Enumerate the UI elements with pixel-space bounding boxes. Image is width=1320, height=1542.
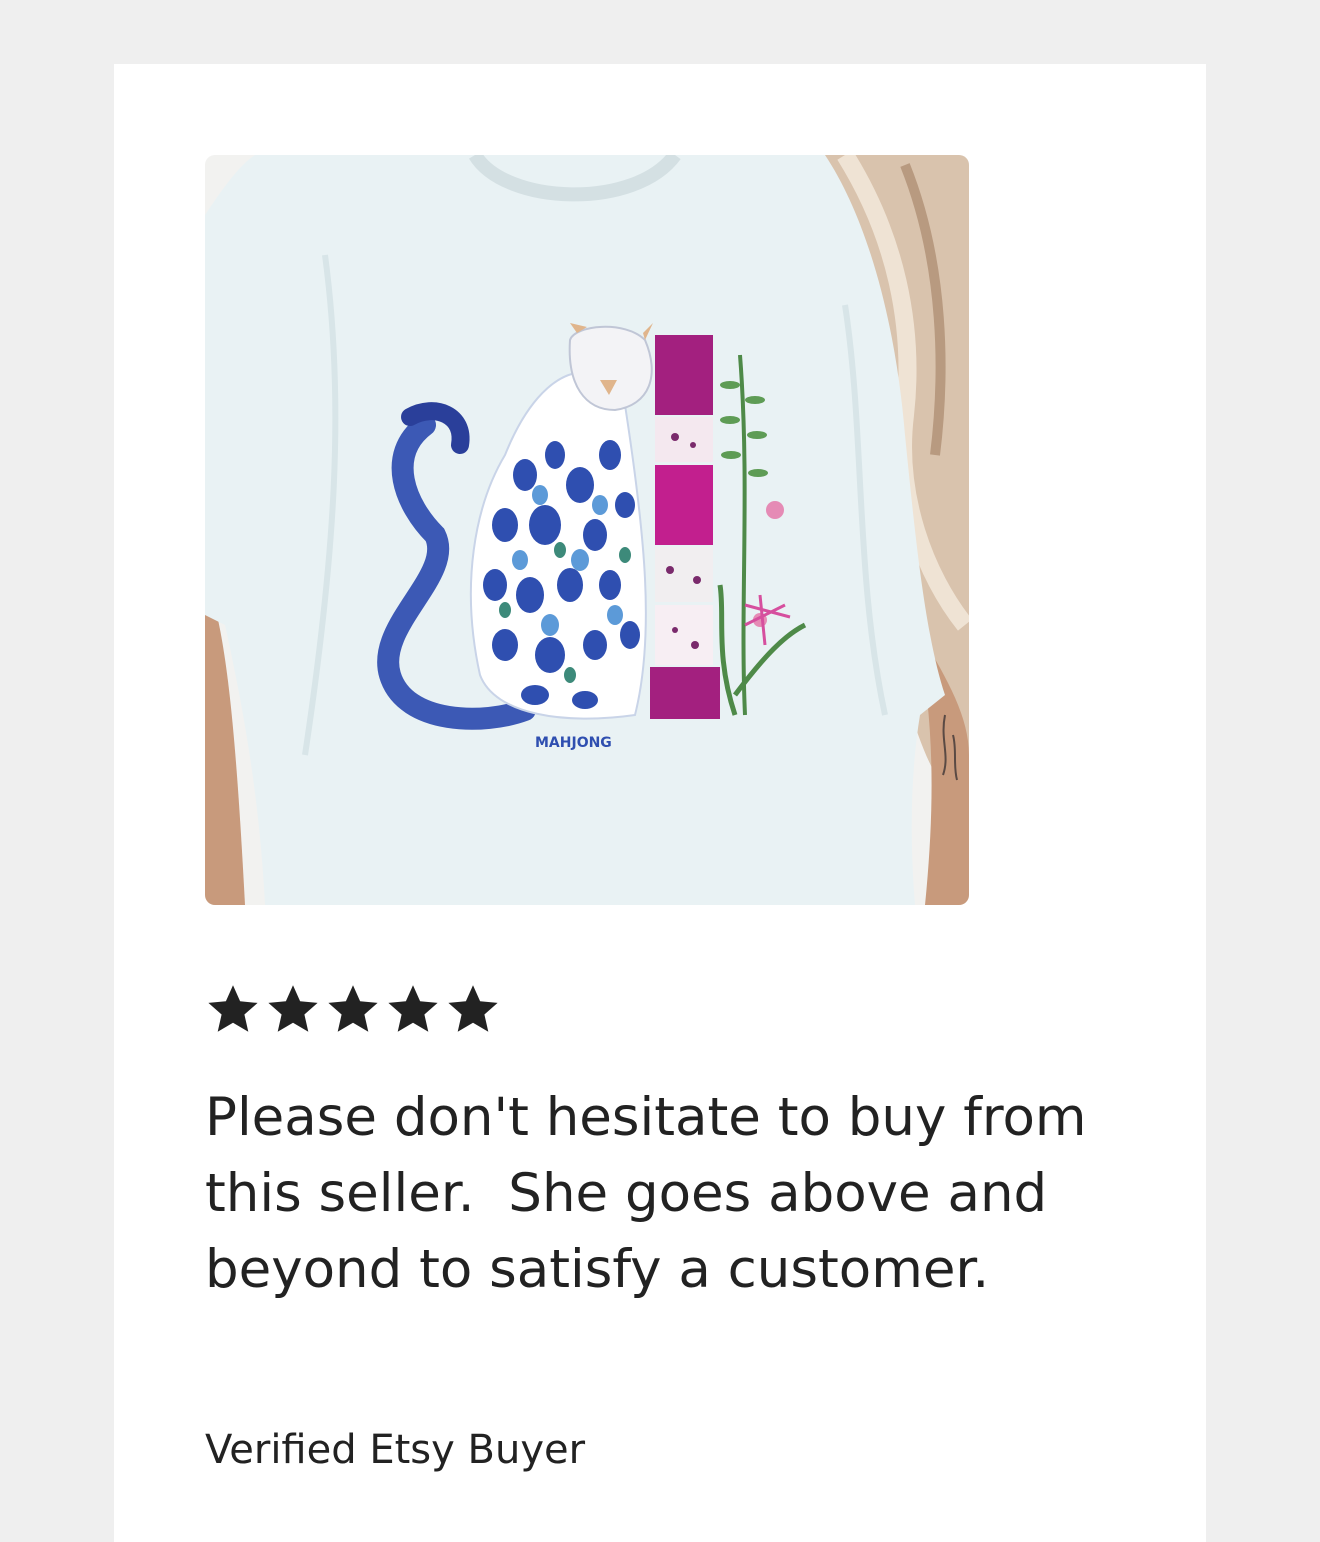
star-icon [448, 985, 498, 1032]
star-icon [268, 985, 318, 1032]
review-card: MAHJONG Please don't hesitate to buy fro… [114, 64, 1206, 1542]
tshirt-illustration: MAHJONG [205, 155, 969, 905]
star-icon [208, 985, 258, 1032]
star-icon [328, 985, 378, 1032]
reviewer-name: Verified Etsy Buyer [205, 1427, 586, 1473]
review-text: Please don't hesitate to buy from this s… [205, 1087, 1104, 1300]
shirt-print-text: MAHJONG [535, 735, 612, 751]
product-photo: MAHJONG [205, 155, 969, 905]
star-rating [205, 981, 501, 1037]
star-icon [388, 985, 438, 1032]
